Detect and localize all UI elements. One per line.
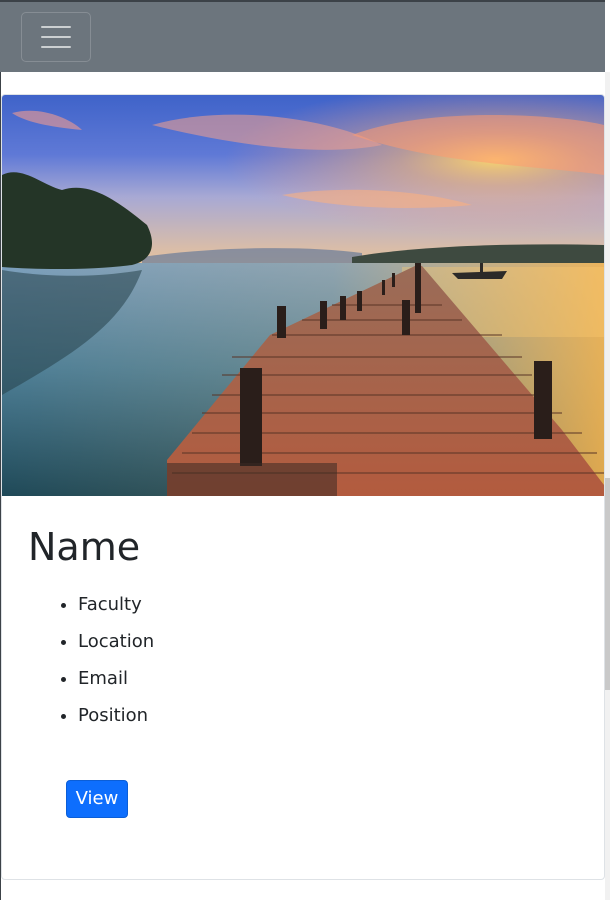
- card-image: [2, 95, 604, 496]
- page-viewport: Name Faculty Location Email Position Vie…: [0, 0, 610, 900]
- card-body: Name Faculty Location Email Position Vie…: [2, 496, 604, 818]
- view-button[interactable]: View: [66, 780, 128, 818]
- scrollbar-thumb[interactable]: [605, 478, 610, 690]
- navbar-toggle-button[interactable]: [21, 12, 91, 62]
- hamburger-menu-icon: [41, 26, 71, 48]
- profile-card: Name Faculty Location Email Position Vie…: [1, 94, 605, 880]
- list-item-email: Email: [78, 660, 578, 697]
- list-item-location: Location: [78, 623, 578, 660]
- list-item-faculty: Faculty: [78, 586, 578, 623]
- info-list: Faculty Location Email Position: [28, 586, 578, 734]
- list-item-position: Position: [78, 697, 578, 734]
- card-title: Name: [28, 525, 141, 569]
- top-navbar: [0, 0, 605, 72]
